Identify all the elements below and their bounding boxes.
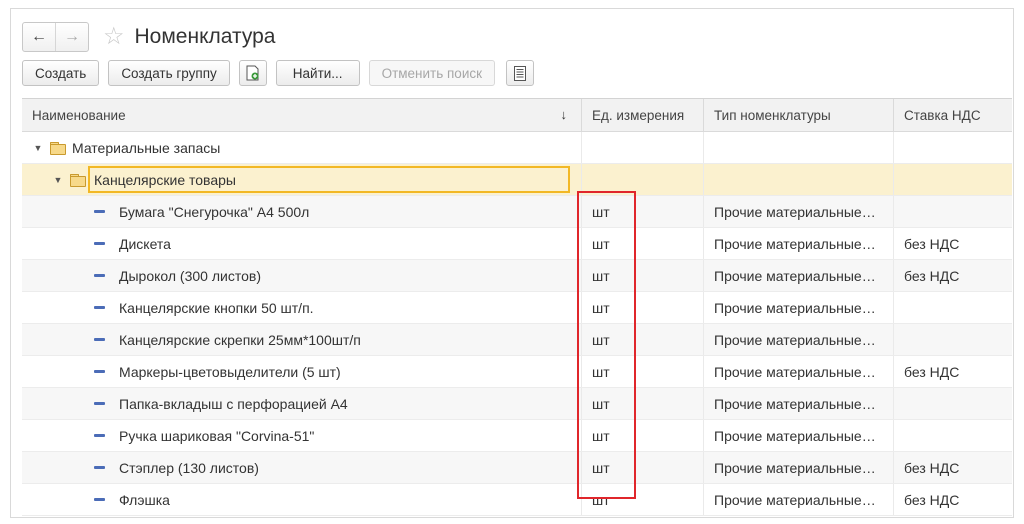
item-type: Прочие материальные…: [714, 427, 876, 444]
item-unit: шт: [592, 267, 610, 284]
item-icon: [94, 338, 105, 341]
table-row[interactable]: Дискета шт Прочие материальные… без НДС: [22, 228, 1012, 260]
item-type: Прочие материальные…: [714, 395, 876, 412]
item-name: Канцелярские кнопки 50 шт/п.: [119, 299, 314, 316]
group-row-selected[interactable]: ▼ Канцелярские товары: [22, 164, 1012, 196]
column-header-vat[interactable]: Ставка НДС: [894, 99, 1012, 131]
group-name: Канцелярские товары: [94, 171, 236, 188]
item-unit: шт: [592, 203, 610, 220]
sort-arrow-icon: ↓: [560, 107, 568, 122]
nav-buttons: ← →: [22, 22, 89, 52]
item-icon: [94, 242, 105, 245]
list-document-icon: [514, 65, 527, 81]
item-icon: [94, 498, 105, 501]
selected-cell[interactable]: Канцелярские товары: [88, 166, 570, 193]
forward-button[interactable]: →: [55, 23, 88, 51]
item-vat: без НДС: [904, 491, 960, 508]
title-bar: ← → ☆ Номенклатура: [22, 20, 275, 54]
item-unit: шт: [592, 299, 610, 316]
item-icon: [94, 402, 105, 405]
item-type: Прочие материальные…: [714, 235, 876, 252]
item-name: Ручка шариковая "Corvina-51": [119, 427, 315, 444]
item-type: Прочие материальные…: [714, 459, 876, 476]
item-name: Стэплер (130 листов): [119, 459, 259, 476]
table-row[interactable]: Канцелярские кнопки 50 шт/п. шт Прочие мат…: [22, 292, 1012, 324]
item-vat: без НДС: [904, 363, 960, 380]
table-row[interactable]: Маркеры-цветовыделители (5 шт) шт Прочие м…: [22, 356, 1012, 388]
item-type: Прочие материальные…: [714, 491, 876, 508]
create-group-button[interactable]: Создать группу: [108, 60, 230, 86]
item-rows: Бумага "Снегурочка" А4 500л шт Прочие мате…: [22, 196, 1012, 516]
table-row[interactable]: Дырокол (300 листов) шт Прочие материальны…: [22, 260, 1012, 292]
list-button[interactable]: [506, 60, 535, 86]
item-icon: [94, 370, 105, 373]
column-header-type[interactable]: Тип номенклатуры: [704, 99, 894, 131]
table-header: Наименование ↓ Ед. измерения Тип номенкл…: [22, 99, 1012, 132]
item-name: Дырокол (300 листов): [119, 267, 261, 284]
item-vat: без НДС: [904, 459, 960, 476]
table-row[interactable]: Папка-вкладыш с перфорацией А4 шт Прочие м…: [22, 388, 1012, 420]
find-button[interactable]: Найти...: [275, 60, 360, 86]
folder-icon: [70, 173, 86, 187]
group-row[interactable]: ▼ Материальные запасы: [22, 132, 1012, 164]
cancel-search-button[interactable]: Отменить поиск: [368, 60, 496, 86]
item-unit: шт: [592, 331, 610, 348]
item-name: Дискета: [119, 235, 171, 252]
item-icon: [94, 210, 105, 213]
item-vat: без НДС: [904, 267, 960, 284]
item-type: Прочие материальные…: [714, 203, 876, 220]
item-type: Прочие материальные…: [714, 331, 876, 348]
item-name: Папка-вкладыш с перфорацией А4: [119, 395, 348, 412]
item-type: Прочие материальные…: [714, 299, 876, 316]
create-button[interactable]: Создать: [22, 60, 100, 86]
new-document-plus-icon: [246, 65, 259, 81]
item-name: Флэшка: [119, 491, 170, 508]
back-button[interactable]: ←: [23, 23, 55, 51]
table-row[interactable]: Ручка шариковая "Corvina-51" шт Прочие мат…: [22, 420, 1012, 452]
favorite-star-icon[interactable]: ☆: [103, 25, 125, 49]
item-unit: шт: [592, 427, 610, 444]
nomenclature-table: Наименование ↓ Ед. измерения Тип номенкл…: [22, 98, 1012, 516]
arrow-left-icon: ←: [31, 28, 47, 45]
folder-icon: [50, 141, 66, 155]
item-type: Прочие материальные…: [714, 267, 876, 284]
table-row[interactable]: Стэплер (130 листов) шт Прочие материальны…: [22, 452, 1012, 484]
item-unit: шт: [592, 235, 610, 252]
item-icon: [94, 274, 105, 277]
item-name: Канцелярские скрепки 25мм*100шт/п: [119, 331, 361, 348]
toolbar: Создать Создать группу Найти... Отменить…: [22, 59, 543, 87]
item-type: Прочие материальные…: [714, 363, 876, 380]
column-header-unit[interactable]: Ед. измерения: [582, 99, 704, 131]
table-row[interactable]: Канцелярские скрепки 25мм*100шт/п шт Прочи…: [22, 324, 1012, 356]
collapse-triangle-icon[interactable]: ▼: [32, 143, 44, 153]
table-row[interactable]: Флэшка шт Прочие материальные… без НДС: [22, 484, 1012, 516]
group-name: Материальные запасы: [72, 139, 221, 156]
item-name: Бумага "Снегурочка" А4 500л: [119, 203, 310, 220]
column-header-name[interactable]: Наименование ↓: [22, 99, 582, 131]
table-row[interactable]: Бумага "Снегурочка" А4 500л шт Прочие мате…: [22, 196, 1012, 228]
item-unit: шт: [592, 459, 610, 476]
copy-button[interactable]: [238, 60, 267, 86]
item-unit: шт: [592, 363, 610, 380]
item-icon: [94, 306, 105, 309]
item-vat: без НДС: [904, 235, 960, 252]
item-name: Маркеры-цветовыделители (5 шт): [119, 363, 341, 380]
page-title: Номенклатура: [134, 25, 276, 48]
item-icon: [94, 466, 105, 469]
item-unit: шт: [592, 395, 610, 412]
collapse-triangle-icon[interactable]: ▼: [52, 175, 64, 185]
arrow-right-icon: →: [64, 28, 80, 45]
column-header-label: Наименование: [32, 107, 126, 123]
item-unit: шт: [592, 491, 610, 508]
item-icon: [94, 434, 105, 437]
